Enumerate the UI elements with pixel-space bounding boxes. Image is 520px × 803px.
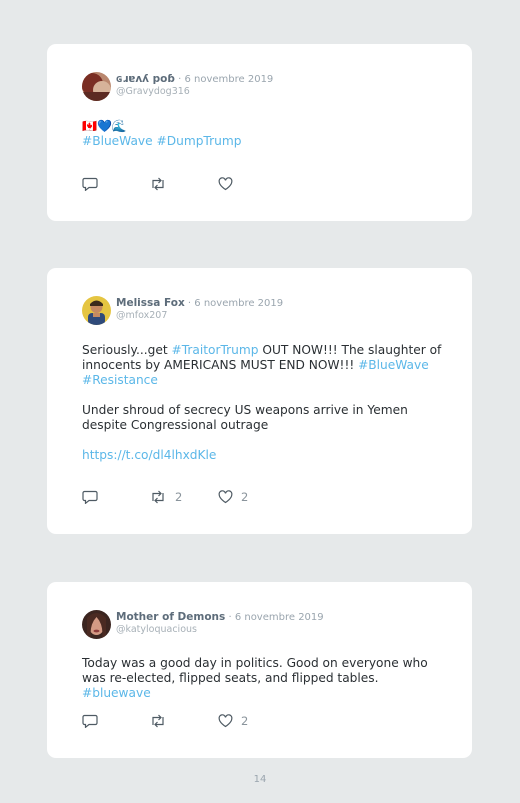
hashtag-bluewave[interactable]: #bluewave	[82, 686, 151, 700]
hashtags[interactable]: #BlueWave #DumpTrump	[82, 134, 442, 149]
retweet-icon	[149, 714, 167, 728]
tweet-text: Seriously...get #TraitorTrump OUT NOW!!!…	[82, 343, 442, 463]
tweet-link[interactable]: https://t.co/dl4lhxdKle	[82, 448, 442, 463]
like-button[interactable]: 2	[218, 713, 248, 729]
tweet-actions: 2 2	[82, 489, 382, 505]
tweet-card: Melissa Fox · 6 novembre 2019 @mfox207 S…	[47, 268, 472, 534]
page-number: 14	[253, 774, 267, 785]
reply-icon	[82, 490, 98, 504]
tweet-paragraph: Under shroud of secrecy US weapons arriv…	[82, 403, 408, 432]
retweet-icon	[149, 177, 167, 191]
hashtag-bluewave[interactable]: #BlueWave	[358, 358, 429, 372]
user-handle[interactable]: @mfox207	[116, 310, 283, 322]
like-button[interactable]: 2	[218, 489, 248, 505]
tweet-date[interactable]: 6 novembre 2019	[184, 74, 273, 85]
user-handle[interactable]: @Gravydog316	[116, 86, 273, 98]
avatar[interactable]	[82, 72, 111, 101]
like-count: 2	[241, 714, 249, 728]
tweet-card: Mother of Demons · 6 novembre 2019 @katy…	[47, 582, 472, 758]
date-separator: ·	[184, 298, 195, 309]
tweet-date[interactable]: 6 novembre 2019	[194, 298, 283, 309]
tweet-card: ɢɹɐʌʎ poɓ · 6 novembre 2019 @Gravydog316…	[47, 44, 472, 221]
like-count: 2	[241, 490, 249, 504]
tweet-date[interactable]: 6 novembre 2019	[235, 612, 324, 623]
avatar[interactable]	[82, 610, 111, 639]
display-name[interactable]: Mother of Demons	[116, 611, 225, 623]
emoji-line: 🇨🇦💙🌊	[82, 119, 127, 133]
retweet-button[interactable]	[149, 713, 175, 729]
like-button[interactable]	[218, 176, 241, 192]
retweet-button[interactable]: 2	[149, 489, 182, 505]
display-name[interactable]: ɢɹɐʌʎ poɓ	[116, 73, 175, 85]
reply-button[interactable]	[82, 489, 98, 505]
tweet-paragraph: Seriously...get #TraitorTrump OUT NOW!!!…	[82, 343, 442, 388]
reply-icon	[82, 177, 98, 191]
reply-button[interactable]	[82, 713, 98, 729]
tweet-actions	[82, 176, 382, 192]
hashtag-resistance[interactable]: #Resistance	[82, 373, 158, 387]
tweet-text: Today was a good day in politics. Good o…	[82, 656, 442, 701]
tweet-actions: 2	[82, 713, 382, 729]
date-separator: ·	[225, 612, 235, 623]
text-segment: Today was a good day in politics. Good o…	[82, 656, 428, 685]
text-segment: Seriously...get	[82, 343, 172, 357]
reply-icon	[82, 714, 98, 728]
like-icon	[218, 490, 233, 504]
retweet-icon	[149, 490, 167, 504]
retweet-count: 2	[175, 490, 183, 504]
like-icon	[218, 714, 233, 728]
reply-button[interactable]	[82, 176, 98, 192]
tweet-text: 🇨🇦💙🌊 #BlueWave #DumpTrump	[82, 119, 442, 149]
user-handle[interactable]: @katyloquacious	[116, 624, 324, 636]
hashtag-traitortrump[interactable]: #TraitorTrump	[172, 343, 259, 357]
display-name[interactable]: Melissa Fox	[116, 297, 185, 309]
tweet-paragraph: Today was a good day in politics. Good o…	[82, 656, 442, 701]
like-icon	[218, 177, 233, 191]
avatar[interactable]	[82, 296, 111, 325]
retweet-button[interactable]	[149, 176, 175, 192]
